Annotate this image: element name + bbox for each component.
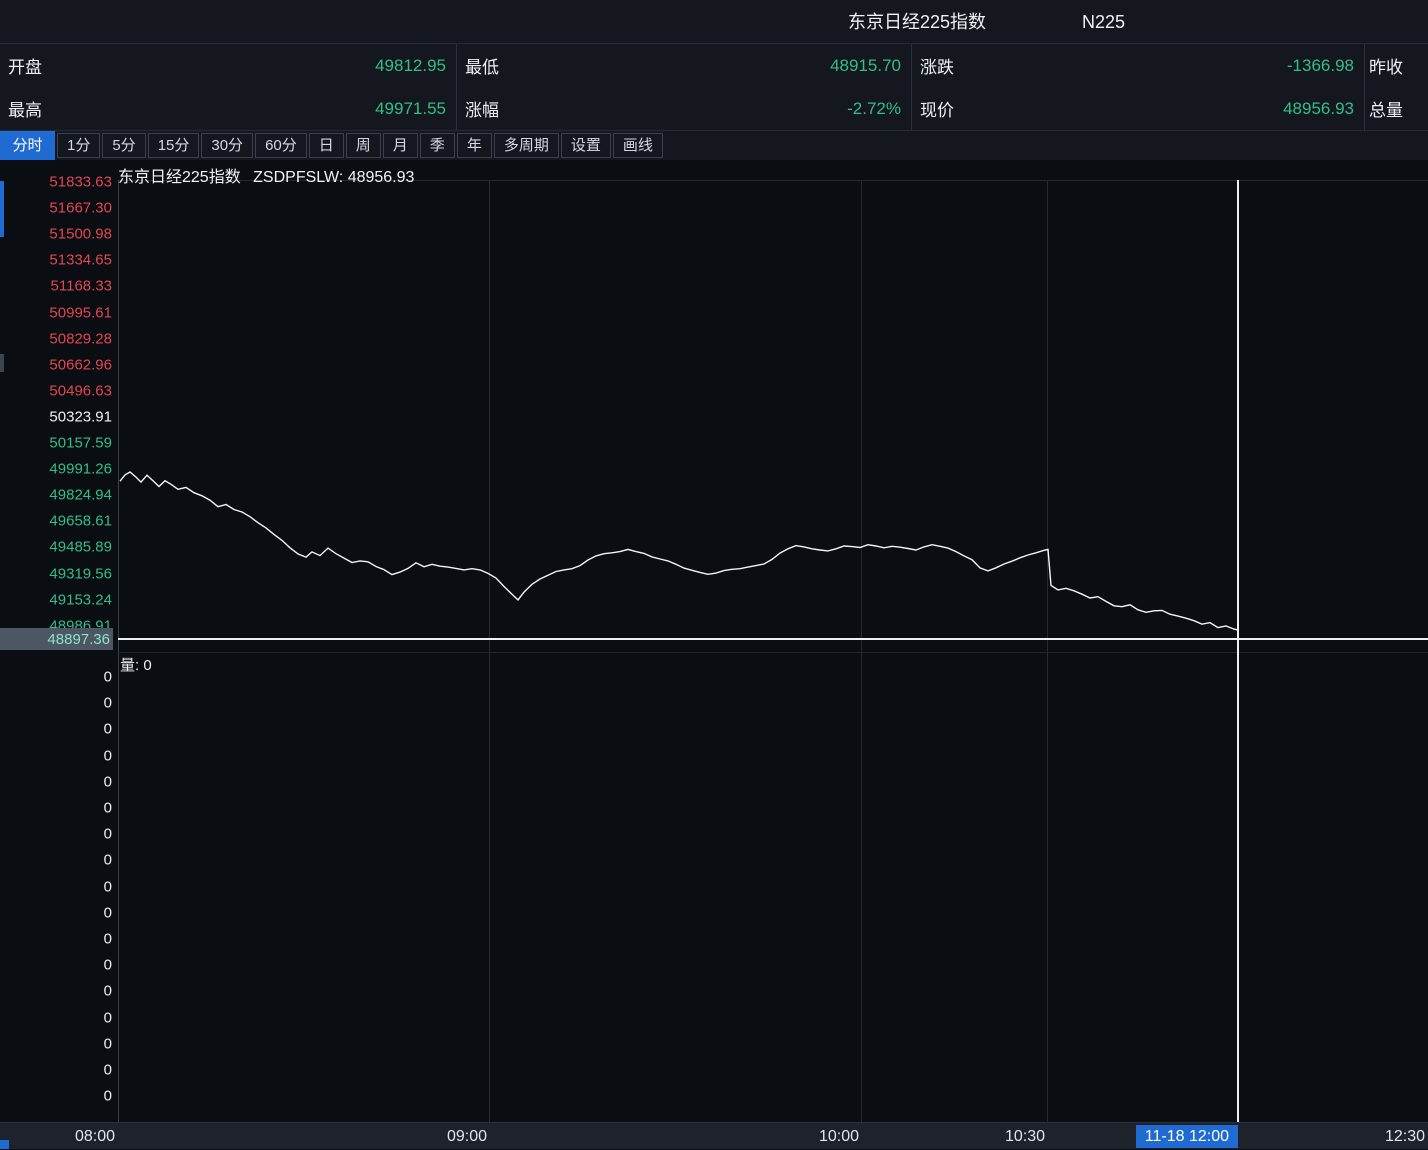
period-tab-11[interactable]: 多周期 (494, 133, 559, 158)
field-high-value: 49971.55 (375, 99, 446, 119)
period-tab-2[interactable]: 5分 (102, 133, 145, 158)
field-change-pct: 涨幅 -2.72% (457, 87, 912, 130)
period-tab-bar: 分时1分5分15分30分60分日周月季年多周期设置画线 (0, 131, 1428, 160)
period-tab-12[interactable]: 设置 (561, 133, 611, 158)
period-tab-0[interactable]: 分时 (0, 131, 55, 160)
corner-accent (0, 1140, 9, 1149)
crosshair-time-label: 11-18 12:00 (1136, 1125, 1238, 1148)
period-tab-10[interactable]: 年 (457, 133, 492, 158)
volume-label: 量: 0 (120, 654, 152, 675)
field-change-value: -1366.98 (1287, 56, 1354, 76)
field-high-label: 最高 (8, 96, 42, 121)
time-tick-0: 08:00 (75, 1123, 115, 1150)
crosshair-price-label: 48897.36 (0, 628, 113, 650)
field-prev-close-label: 昨收 (1369, 53, 1403, 78)
field-open-value: 49812.95 (375, 56, 446, 76)
period-tab-6[interactable]: 日 (309, 133, 344, 158)
field-last-label: 现价 (920, 96, 954, 121)
field-prev-close: 昨收 (1365, 44, 1428, 87)
period-tab-7[interactable]: 周 (346, 133, 381, 158)
time-tick-3: 10:30 (1005, 1123, 1045, 1150)
stock-app: 东京日经225指数 N225 开盘 49812.95 最低 48915.70 涨… (0, 0, 1428, 1149)
field-change: 涨跌 -1366.98 (912, 44, 1365, 87)
field-open: 开盘 49812.95 (0, 44, 457, 87)
field-high: 最高 49971.55 (0, 87, 457, 130)
pane-divider (118, 652, 1428, 653)
scrollbar-thumb[interactable] (0, 181, 4, 237)
period-tab-3[interactable]: 15分 (148, 133, 200, 158)
period-tab-4[interactable]: 30分 (201, 133, 253, 158)
price-line (120, 472, 1238, 630)
period-tab-9[interactable]: 季 (420, 133, 455, 158)
instrument-title: 东京日经225指数 (848, 0, 986, 44)
period-tab-13[interactable]: 画线 (613, 133, 663, 158)
field-change-pct-value: -2.72% (847, 99, 901, 119)
scrollbar-mark (0, 354, 4, 372)
period-tab-1[interactable]: 1分 (57, 133, 100, 158)
time-tick-5: 12:30 (1385, 1123, 1425, 1150)
title-bar: 东京日经225指数 N225 (0, 0, 1428, 44)
crosshair-horizontal (118, 638, 1428, 640)
field-last: 现价 48956.93 (912, 87, 1365, 130)
field-last-value: 48956.93 (1283, 99, 1354, 119)
field-total-volume: 总量 (1365, 87, 1428, 130)
field-low-label: 最低 (465, 53, 499, 78)
price-chart-canvas[interactable] (118, 180, 1428, 652)
crosshair-vertical (1237, 180, 1239, 1122)
field-change-label: 涨跌 (920, 53, 954, 78)
time-axis: 08:00 09:00 10:00 10:30 11-18 12:00 12:30 (0, 1122, 1428, 1149)
instrument-symbol: N225 (1082, 0, 1125, 44)
period-tab-5[interactable]: 60分 (255, 133, 307, 158)
time-tick-1: 09:00 (447, 1123, 487, 1150)
field-low: 最低 48915.70 (457, 44, 912, 87)
quote-summary: 开盘 49812.95 最低 48915.70 涨跌 -1366.98 昨收 最… (0, 44, 1428, 131)
field-low-value: 48915.70 (830, 56, 901, 76)
period-tab-8[interactable]: 月 (383, 133, 418, 158)
field-open-label: 开盘 (8, 53, 42, 78)
time-tick-2: 10:00 (819, 1123, 859, 1150)
field-change-pct-label: 涨幅 (465, 96, 499, 121)
field-total-volume-label: 总量 (1369, 96, 1403, 121)
